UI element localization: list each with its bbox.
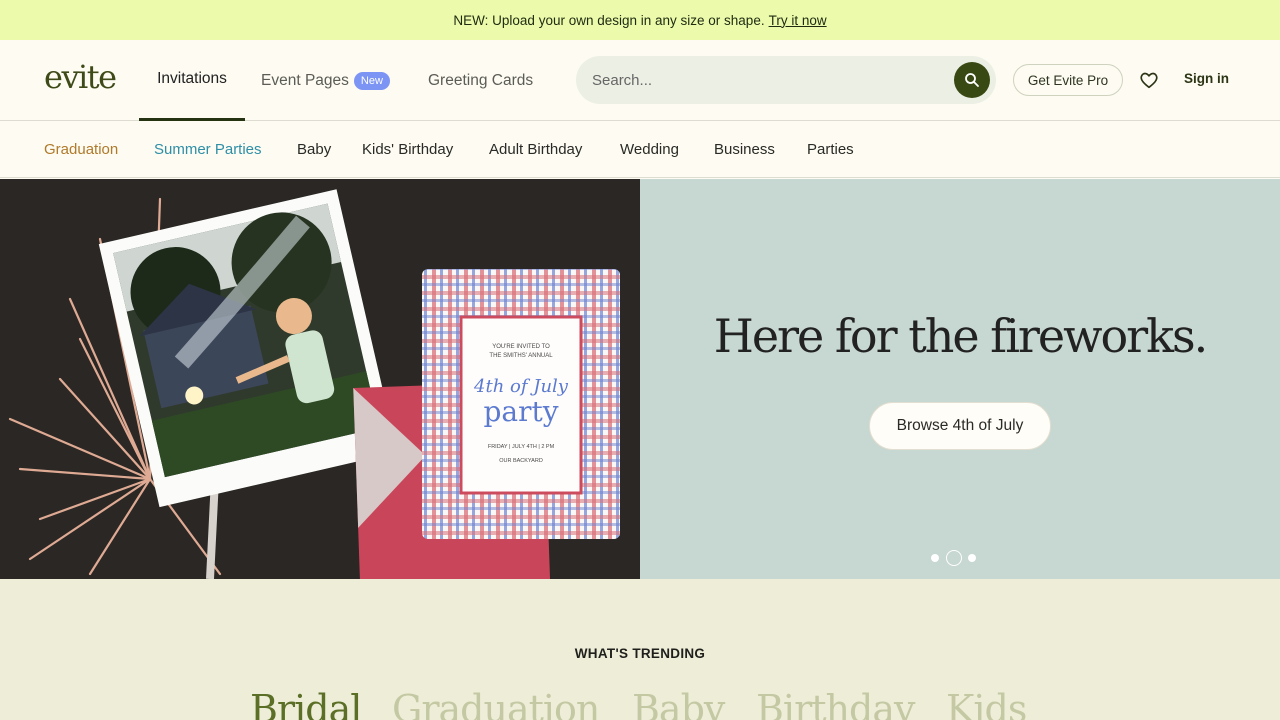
search-icon bbox=[965, 73, 979, 87]
new-badge: New bbox=[353, 71, 390, 90]
category-summer-parties[interactable]: Summer Parties bbox=[154, 141, 262, 158]
category-adult-birthday[interactable]: Adult Birthday bbox=[489, 141, 582, 158]
carousel-dot-2-active[interactable] bbox=[946, 550, 962, 566]
card-invite-line1: YOU'RE INVITED TO bbox=[492, 344, 550, 350]
search-button[interactable] bbox=[954, 62, 990, 98]
card-place-text: OUR BACKYARD bbox=[499, 458, 543, 464]
carousel-dot-1[interactable] bbox=[931, 554, 939, 562]
category-nav: Graduation Summer Parties Baby Kids' Bir… bbox=[0, 122, 1280, 178]
category-kids-birthday[interactable]: Kids' Birthday bbox=[362, 141, 453, 158]
card-details-text: FRIDAY | JULY 4TH | 2 PM bbox=[488, 444, 555, 450]
search-bar bbox=[576, 56, 996, 104]
tab-invitations-label: Invitations bbox=[157, 70, 227, 87]
promo-text: NEW: Upload your own design in any size … bbox=[453, 12, 765, 28]
trending-title: WHAT'S TRENDING bbox=[574, 646, 706, 661]
category-parties[interactable]: Parties bbox=[807, 141, 854, 158]
hero-illustration: YOU'RE INVITED TO THE SMITHS' ANNUAL 4th… bbox=[8, 189, 620, 579]
tab-greeting-cards[interactable]: Greeting Cards bbox=[428, 40, 533, 121]
trending-item-bridal[interactable]: Bridal bbox=[250, 687, 362, 720]
trending-item-kids[interactable]: Kids bbox=[946, 687, 1027, 720]
card-script-text: 4th of July bbox=[473, 376, 569, 397]
hero-headline: Here for the fireworks. bbox=[713, 309, 1209, 363]
category-graduation[interactable]: Graduation bbox=[44, 141, 118, 158]
tab-event-pages-label: Event Pages bbox=[261, 71, 349, 89]
trending-item-birthday[interactable]: Birthday bbox=[756, 687, 915, 720]
trending-item-baby[interactable]: Baby bbox=[632, 687, 725, 720]
card-title-text: party bbox=[483, 395, 558, 428]
card-invite-line2: THE SMITHS' ANNUAL bbox=[489, 353, 553, 359]
sign-in-link[interactable]: Sign in bbox=[1184, 71, 1229, 86]
category-wedding[interactable]: Wedding bbox=[620, 141, 679, 158]
trending-item-graduation[interactable]: Graduation bbox=[392, 687, 600, 720]
browse-4th-of-july-button[interactable]: Browse 4th of July bbox=[869, 402, 1051, 450]
tab-greeting-cards-label: Greeting Cards bbox=[428, 71, 534, 89]
tab-invitations[interactable]: Invitations bbox=[139, 40, 245, 121]
hero-panel: Here for the fireworks. Browse 4th of Ju… bbox=[640, 179, 1280, 579]
trending-section: WHAT'S TRENDING Bridal Graduation Baby B… bbox=[0, 579, 1280, 720]
category-business[interactable]: Business bbox=[714, 141, 775, 158]
try-it-now-link[interactable]: Try it now bbox=[769, 13, 827, 28]
get-evite-pro-button[interactable]: Get Evite Pro bbox=[1013, 64, 1123, 96]
category-baby[interactable]: Baby bbox=[297, 141, 331, 158]
search-input[interactable] bbox=[592, 56, 952, 104]
evite-logo[interactable]: evite bbox=[44, 58, 117, 96]
hero-image: YOU'RE INVITED TO THE SMITHS' ANNUAL 4th… bbox=[0, 179, 640, 579]
tab-event-pages[interactable]: Event Pages New bbox=[261, 40, 390, 121]
site-header: evite Invitations Event Pages New Greeti… bbox=[0, 40, 1280, 121]
carousel-dot-3[interactable] bbox=[968, 554, 976, 562]
promo-banner: NEW: Upload your own design in any size … bbox=[0, 0, 1280, 40]
heart-icon[interactable] bbox=[1138, 69, 1160, 91]
